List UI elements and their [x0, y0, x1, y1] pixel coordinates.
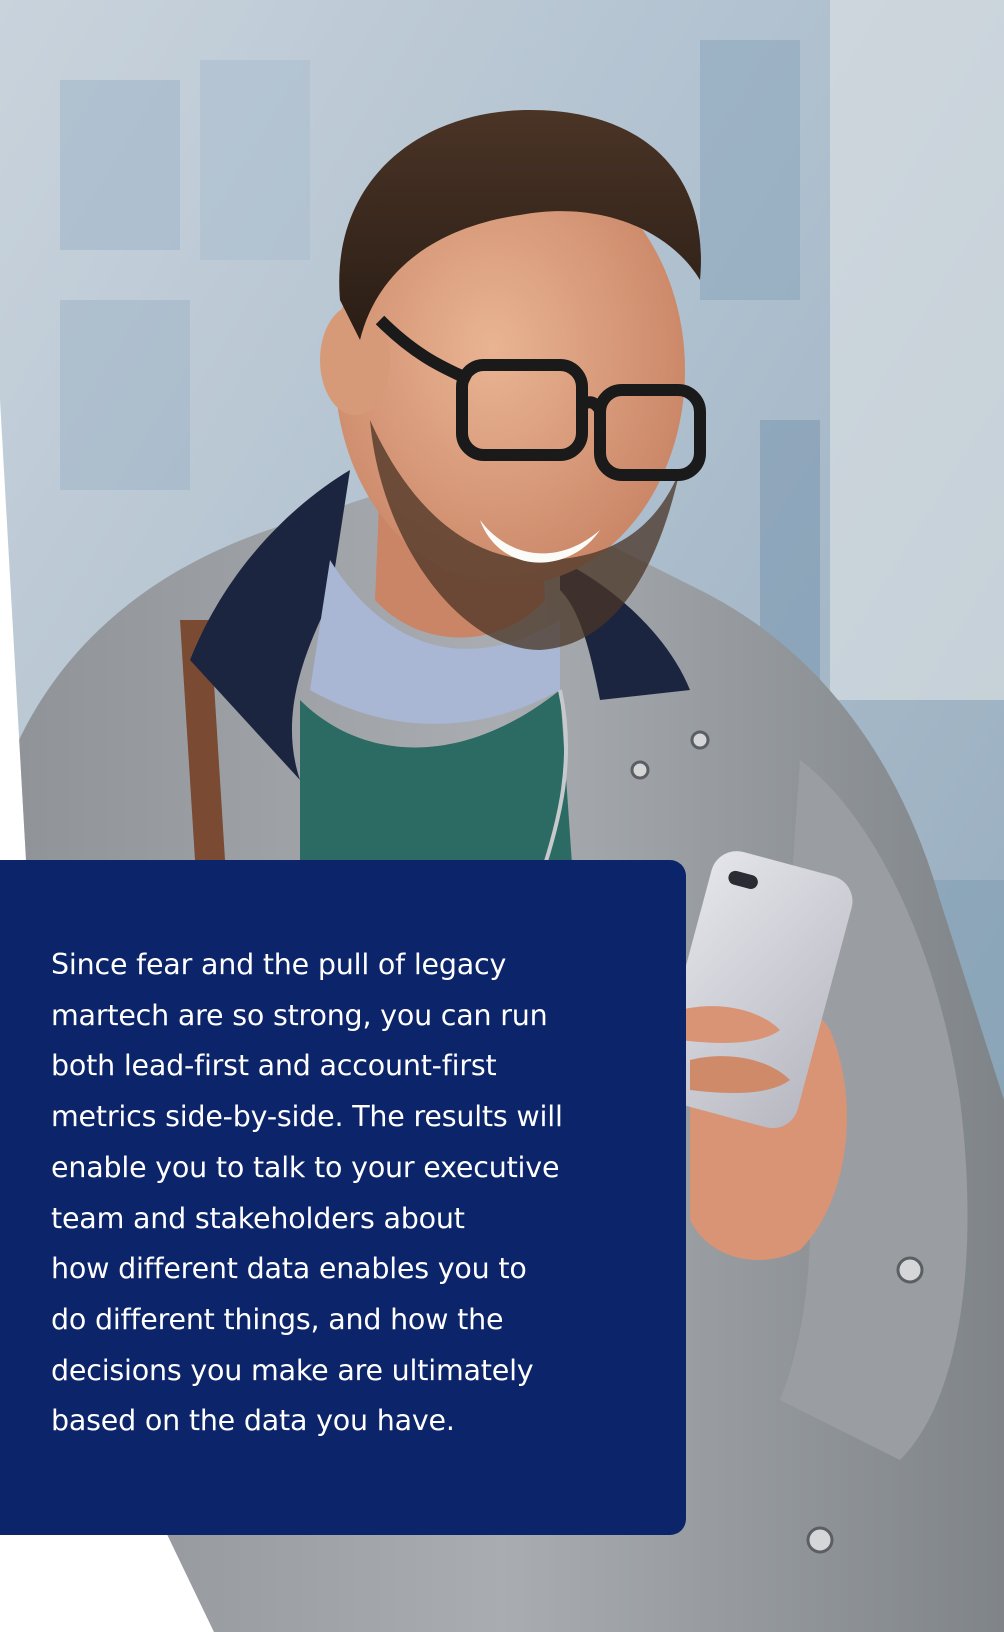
- quote-text: Since fear and the pull of legacy martec…: [51, 948, 563, 1438]
- quote-panel: Since fear and the pull of legacy martec…: [0, 860, 686, 1535]
- page: Since fear and the pull of legacy martec…: [0, 0, 1004, 1632]
